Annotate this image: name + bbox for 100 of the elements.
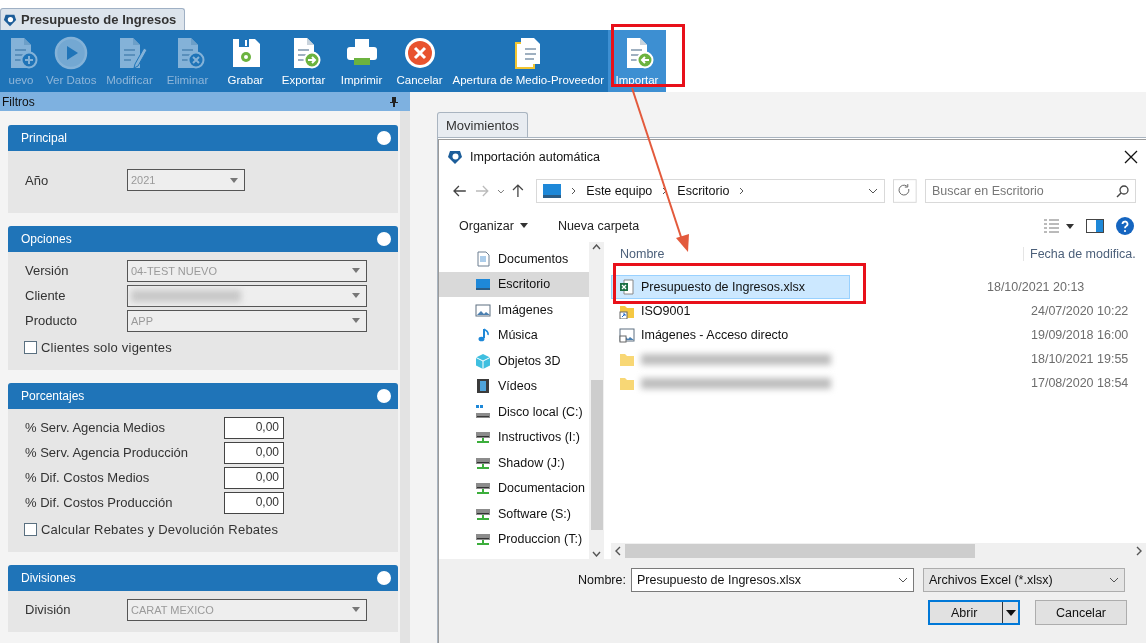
nav-item[interactable]: Imágenes [439,297,589,323]
nav-item[interactable]: Disco local (C:) [439,399,589,425]
open-button[interactable]: Abrir [928,600,1020,625]
field-label: Año [25,172,50,188]
preview-pane-icon[interactable] [1086,218,1104,233]
document-icon [475,250,491,267]
field-label: Cliente [25,288,67,303]
chevron-right-icon[interactable] [1136,546,1142,556]
column-header[interactable]: Nombre [611,247,1023,261]
up-arrow-icon[interactable] [512,184,525,198]
help-icon[interactable] [1116,216,1134,235]
monitor-icon [475,276,491,293]
field-label: % Dif. Costos Medios [25,470,151,485]
nav-item[interactable]: Música [439,322,589,348]
caret-icon [519,223,528,228]
chevron-down-icon[interactable] [496,188,505,194]
close-icon[interactable] [1124,149,1138,164]
chevron-down-icon [1108,577,1119,583]
cancel-icon [402,36,437,70]
card-header: Porcentajes [8,383,398,409]
panel-title: Filtros [2,94,35,109]
collapse-icon[interactable] [376,130,392,146]
chevron-left-icon[interactable] [615,546,621,556]
drive-icon [475,403,491,420]
nav-item[interactable]: Escritorio [439,271,589,297]
nav-item[interactable]: Produccion (T:) [439,526,589,552]
file-name[interactable]: Imágenes - Acceso directo [641,328,789,342]
toolbar-button[interactable]: Apertura de Medio-Proveedor [448,30,608,92]
chevron-down-icon [897,577,908,583]
chevron-right-icon[interactable] [571,187,577,195]
film-icon [475,378,491,395]
toolbar-button[interactable]: Exportar [274,30,333,92]
chevron-up-icon[interactable] [592,244,601,250]
picture-shortcut-icon [619,327,635,343]
file-date: 18/10/2021 20:13 [986,280,1085,294]
card-header: Opciones [8,226,398,252]
collapse-icon[interactable] [376,570,392,586]
field-label: % Serv. Agencia Medios [25,420,166,435]
nav-item[interactable]: Documentos [439,246,589,272]
nav-item[interactable]: Objetos 3D [439,348,589,374]
scrollbar[interactable] [611,543,1146,559]
app-logo-icon [3,12,17,27]
cube-icon [475,352,491,369]
toolbar-button[interactable]: Organizar [459,218,528,233]
file-name[interactable]: ISO9001 [641,304,691,318]
network-drive-icon [475,429,491,446]
tab[interactable]: Movimientos [437,112,528,137]
view-options-icon[interactable] [1044,218,1074,233]
document-tab[interactable]: Presupuesto de Ingresos [0,8,186,30]
collapse-icon[interactable] [376,231,392,247]
search-field[interactable]: Buscar en Escritorio [924,179,1136,203]
checkbox[interactable] [24,523,37,536]
nav-item[interactable]: Shadow (J:) [439,450,589,476]
app-logo-icon [447,148,463,165]
toolbar-button[interactable]: Cancelar [390,30,449,92]
number-field[interactable]: 0,00 [224,441,284,464]
address-bar[interactable]: Este equipo Escritorio [536,179,886,203]
column-header[interactable]: Fecha de modifica. [1023,247,1136,261]
field-label: División [25,602,72,617]
nav-item[interactable]: Documentacion [439,475,589,501]
folder-icon [619,375,635,391]
toolbar-button[interactable]: Imprimir [332,30,391,92]
nav-item[interactable]: Software (S:) [439,501,589,527]
toolbar-button[interactable]: Nueva carpeta [557,218,640,233]
file-date: 17/08/2020 18:54 [1030,376,1129,390]
dialog-title: Importación automática [470,149,600,164]
number-field[interactable]: 0,00 [224,416,284,439]
refresh-icon[interactable] [893,179,917,203]
scrollbar-thumb[interactable] [625,544,975,558]
chevron-right-icon[interactable] [739,187,745,195]
field-label: % Dif. Costos Producción [25,495,174,510]
scrollbar[interactable] [589,242,604,559]
monitor-icon [543,184,562,198]
nav-item[interactable]: Instructivos (I:) [439,424,589,450]
nav-item[interactable]: Vídeos [439,373,589,399]
breadcrumb-item[interactable]: Escritorio [677,184,730,198]
checkbox[interactable] [24,341,37,354]
number-field[interactable]: 0,00 [224,491,284,514]
chevron-down-icon[interactable] [868,188,879,194]
breadcrumb-item[interactable]: Este equipo [586,184,653,198]
file-date: 19/09/2018 16:00 [1030,328,1129,342]
card-header: Divisiones [8,565,398,591]
spreadsheet-icon [619,279,635,295]
field-label: Versión [25,263,70,278]
scrollbar-thumb[interactable] [590,380,603,530]
toolbar-button[interactable]: Grabar [216,30,275,92]
collapse-icon[interactable] [376,388,392,404]
back-arrow-icon[interactable] [453,185,467,197]
folder-shortcut-icon [619,303,635,319]
chevron-right-icon[interactable] [662,187,668,195]
pin-icon[interactable] [390,96,398,107]
file-date: 24/07/2020 10:22 [1030,304,1129,318]
filename-field[interactable]: Presupuesto de Ingresos.xlsx [630,568,914,592]
cancel-button[interactable]: Cancelar [1035,600,1127,625]
file-name[interactable]: Presupuesto de Ingresos.xlsx [641,280,805,294]
chevron-down-icon[interactable] [592,551,601,557]
file-type-dropdown[interactable]: Archivos Excel (*.xlsx) [922,568,1125,592]
number-field[interactable]: 0,00 [224,466,284,489]
network-drive-icon [475,531,491,548]
file-date: 18/10/2021 19:55 [1030,352,1129,366]
